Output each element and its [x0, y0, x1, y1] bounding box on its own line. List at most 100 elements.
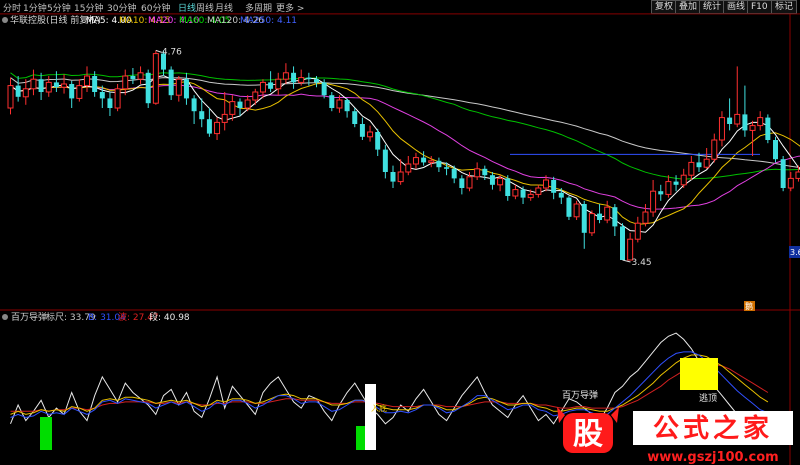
candle — [130, 76, 136, 80]
candle — [444, 167, 450, 169]
candle — [84, 75, 90, 87]
candle — [742, 114, 748, 131]
candle — [482, 168, 488, 176]
candle — [244, 99, 251, 109]
candle — [597, 213, 603, 220]
candle — [199, 111, 205, 120]
watermark-url: www.gszj100.com — [647, 450, 778, 465]
candle — [734, 113, 741, 125]
candle — [650, 190, 657, 213]
candle — [107, 98, 113, 108]
candle — [282, 72, 289, 80]
candle — [658, 191, 664, 195]
candle — [489, 175, 495, 185]
candle — [390, 172, 396, 182]
candle — [229, 101, 236, 115]
candle — [727, 117, 733, 124]
candle — [718, 117, 725, 141]
candle — [581, 204, 587, 233]
candle — [780, 159, 786, 188]
candle — [191, 98, 197, 112]
price-tag: 3.6 — [790, 248, 800, 257]
candle — [30, 78, 37, 90]
candle — [711, 139, 718, 160]
candle — [359, 124, 365, 137]
candle — [627, 238, 634, 261]
candle — [703, 158, 710, 168]
candle — [757, 117, 764, 127]
indicator-annotation-missile: 百万导弹 — [562, 389, 598, 401]
candle — [175, 78, 182, 96]
candle — [520, 189, 526, 198]
white-signal-bar — [365, 384, 376, 450]
ma-legend-5: MA250: 4.11 — [240, 16, 297, 26]
candle — [53, 82, 59, 88]
ma20-line — [10, 84, 800, 210]
watermark: 股 公式之家 www.gszj100.com — [557, 407, 793, 465]
indicator-legend-3: 段: 40.98 — [149, 311, 190, 323]
candle — [451, 168, 457, 179]
candle — [375, 132, 381, 150]
candle — [642, 211, 649, 224]
candle — [298, 77, 305, 83]
candle — [38, 79, 44, 92]
candle — [336, 99, 343, 109]
candle — [573, 203, 580, 218]
candle — [329, 95, 335, 108]
candle — [352, 111, 358, 124]
indicator-annotation-bottom: 入底 — [371, 403, 387, 413]
watermark-brand: 公式之家 — [653, 413, 773, 444]
candle — [168, 69, 174, 96]
candle — [749, 125, 756, 131]
candle — [620, 226, 625, 260]
candle — [183, 79, 189, 99]
candle — [474, 168, 481, 178]
candle — [688, 161, 695, 176]
candle — [558, 192, 564, 198]
candle — [137, 72, 144, 80]
candle — [412, 157, 419, 165]
candle — [512, 189, 519, 197]
indicator-annotation-top: 逃顶 — [699, 392, 717, 404]
candle — [7, 85, 14, 109]
candle — [535, 187, 542, 195]
candle — [268, 82, 274, 89]
candle — [321, 82, 327, 96]
candle — [92, 76, 98, 92]
indicator-legend-dot — [2, 314, 8, 320]
candle — [421, 157, 427, 163]
candle — [206, 119, 212, 134]
bull-signal-bar — [356, 426, 366, 450]
candle — [551, 180, 557, 193]
corner-marker: 鹅 — [745, 301, 753, 311]
candle — [765, 117, 771, 140]
watermark-logo-char: 股 — [573, 417, 603, 452]
candle — [397, 171, 404, 183]
candle — [459, 178, 465, 188]
candle — [252, 91, 259, 101]
candle — [795, 171, 800, 179]
candle — [15, 85, 21, 97]
candle — [306, 77, 312, 80]
candle — [122, 75, 129, 90]
candle — [466, 176, 473, 189]
candle — [291, 72, 297, 83]
indicator-name: 百万导弹 — [11, 311, 47, 323]
candle — [22, 88, 29, 98]
candle — [604, 206, 611, 221]
candle — [696, 162, 702, 168]
candle — [436, 160, 442, 168]
candle — [673, 181, 679, 185]
candle — [497, 177, 504, 186]
high-marker: 4.76 — [162, 47, 182, 57]
candle — [505, 178, 511, 196]
candle — [566, 197, 572, 217]
candle — [259, 81, 266, 93]
candle — [527, 193, 534, 199]
candle — [665, 181, 672, 195]
candle — [344, 100, 350, 112]
candle — [588, 213, 595, 234]
kline-chart: 华联控股(日线 前复权)MA5: 4.00MA10: 4.15MA20: 4.1… — [0, 13, 800, 465]
candle — [680, 174, 687, 186]
candle — [773, 140, 778, 160]
